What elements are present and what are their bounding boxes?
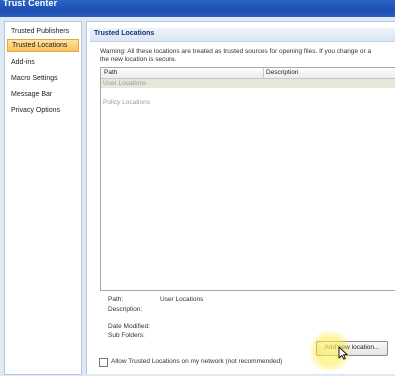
group-policy-locations: Policy Locations [103, 99, 150, 106]
section-title: Trusted Locations [94, 30, 155, 37]
add-new-location-button[interactable]: Add new location... [316, 341, 388, 356]
date-modified-label: Date Modified: [108, 323, 150, 330]
sidebar-item-add-ins[interactable]: Add-ins [7, 56, 79, 69]
path-label: Path: [108, 296, 124, 303]
path-value: User Locations [160, 296, 204, 303]
allow-network-label: Allow Trusted Locations on my network (n… [111, 358, 283, 365]
warning-text: Warning: All these locations are treated… [100, 48, 395, 64]
group-user-locations: User Locations [103, 80, 147, 87]
sidebar-item-trusted-publishers[interactable]: Trusted Publishers [7, 25, 79, 38]
section-header: Trusted Locations [90, 28, 395, 42]
description-label: Description: [108, 306, 143, 313]
column-header-description[interactable]: Description [266, 69, 299, 76]
main-panel: Trusted Locations Warning: All these loc… [86, 21, 395, 374]
title-bar: Trust Center [0, 0, 395, 17]
sidebar-item-trusted-locations[interactable]: Trusted Locations [7, 39, 79, 52]
allow-network-checkbox[interactable] [99, 358, 108, 367]
column-header-path[interactable]: Path [104, 69, 117, 76]
sidebar-item-macro-settings[interactable]: Macro Settings [7, 72, 79, 85]
sidebar-item-message-bar[interactable]: Message Bar [7, 88, 79, 101]
trusted-locations-table[interactable]: Path Description User Locations Policy L… [100, 67, 395, 291]
sub-folders-label: Sub Folders: [108, 332, 145, 339]
table-header: Path Description [101, 68, 395, 79]
warning-line-2: the new location is secure. [100, 56, 177, 63]
table-row[interactable]: User Locations [101, 79, 395, 88]
sidebar: Trusted Publishers Trusted Locations Add… [4, 21, 82, 375]
sidebar-item-privacy-options[interactable]: Privacy Options [7, 104, 79, 117]
warning-line-1: Warning: All these locations are treated… [100, 48, 372, 55]
column-divider[interactable] [263, 68, 264, 78]
window-title: Trust Center [3, 0, 58, 8]
mouse-pointer-icon [338, 346, 348, 360]
